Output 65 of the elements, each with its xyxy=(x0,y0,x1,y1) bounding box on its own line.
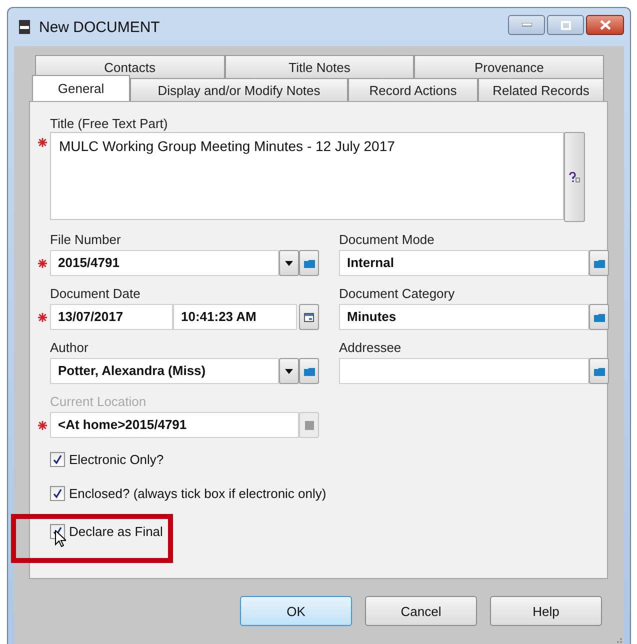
field-label: Document Date xyxy=(50,286,142,302)
tab[interactable]: Contacts xyxy=(35,55,225,78)
close-icon xyxy=(600,20,610,30)
folder-icon xyxy=(304,366,314,376)
folder-icon xyxy=(594,366,604,376)
lookup-button[interactable] xyxy=(299,250,319,276)
dialog-button[interactable]: OK xyxy=(240,596,352,626)
square-icon xyxy=(304,420,314,430)
check-icon xyxy=(52,526,63,537)
tab[interactable]: Display and/or Modify Notes xyxy=(130,78,348,102)
close-button[interactable] xyxy=(586,15,624,35)
lookup-button[interactable] xyxy=(589,304,609,330)
field-label: Current Location xyxy=(50,394,148,410)
help-icon xyxy=(569,172,580,182)
caret-icon xyxy=(285,368,293,374)
tab[interactable]: Provenance xyxy=(414,55,604,78)
input-field[interactable]: Potter, Alexandra (Miss) xyxy=(50,358,279,384)
minimize-icon xyxy=(522,23,532,27)
field-label: File Number xyxy=(50,232,122,248)
time-field[interactable]: 10:41:23 AM xyxy=(173,304,297,330)
checkbox-label: Declare as Final xyxy=(69,524,163,539)
document-icon xyxy=(19,20,31,34)
check-icon xyxy=(52,488,63,499)
folder-icon xyxy=(304,258,314,268)
lookup-button[interactable] xyxy=(589,250,609,276)
tab[interactable]: Title Notes xyxy=(224,55,414,78)
checkbox[interactable] xyxy=(50,486,65,501)
field-label: Document Mode xyxy=(339,232,436,248)
maximize-button[interactable] xyxy=(547,15,584,35)
field-label: Author xyxy=(50,340,90,356)
tab[interactable]: General xyxy=(32,75,130,101)
checkbox[interactable] xyxy=(50,452,65,467)
dialog-button[interactable]: Cancel xyxy=(365,596,477,626)
lookup-button[interactable] xyxy=(299,358,319,384)
field-label: Addressee xyxy=(339,340,402,356)
date-field[interactable]: 13/07/2017 xyxy=(50,304,173,330)
checkbox-label: Electronic Only? xyxy=(69,452,164,467)
location-button[interactable] xyxy=(299,412,319,438)
checkbox-label: Enclosed? (always tick box if electronic only) xyxy=(69,486,326,501)
input-field[interactable] xyxy=(339,358,589,384)
check-icon xyxy=(52,454,63,465)
input-field[interactable]: Minutes xyxy=(339,304,589,330)
calendar-button[interactable] xyxy=(299,304,319,330)
window-title: New DOCUMENT xyxy=(39,18,161,36)
caret-icon xyxy=(285,260,293,266)
field-label: Title (Free Text Part) xyxy=(50,116,169,132)
lookup-button[interactable] xyxy=(589,358,609,384)
title-field[interactable]: MULC Working Group Meeting Minutes - 12 July 2017 xyxy=(50,132,564,220)
dialog-button[interactable]: Help xyxy=(490,596,602,626)
input-field[interactable]: Internal xyxy=(339,250,589,276)
input-field[interactable]: 2015/4791 xyxy=(50,250,279,276)
tab[interactable]: Related Records xyxy=(478,78,604,102)
field-label: Document Category xyxy=(339,286,456,302)
folder-icon xyxy=(594,258,604,268)
mouse-cursor-icon xyxy=(55,530,66,547)
minimize-button[interactable] xyxy=(508,15,545,35)
maximize-icon xyxy=(560,20,570,30)
resize-grip-icon[interactable] xyxy=(614,638,622,644)
calendar-icon xyxy=(304,312,314,322)
tab[interactable]: Record Actions xyxy=(348,78,478,102)
folder-icon xyxy=(594,312,604,322)
help-lookup-button[interactable] xyxy=(564,132,585,222)
dropdown-button[interactable] xyxy=(279,250,299,276)
input-field[interactable]: <At home>2015/4791 xyxy=(50,412,299,438)
dropdown-button[interactable] xyxy=(279,358,299,384)
